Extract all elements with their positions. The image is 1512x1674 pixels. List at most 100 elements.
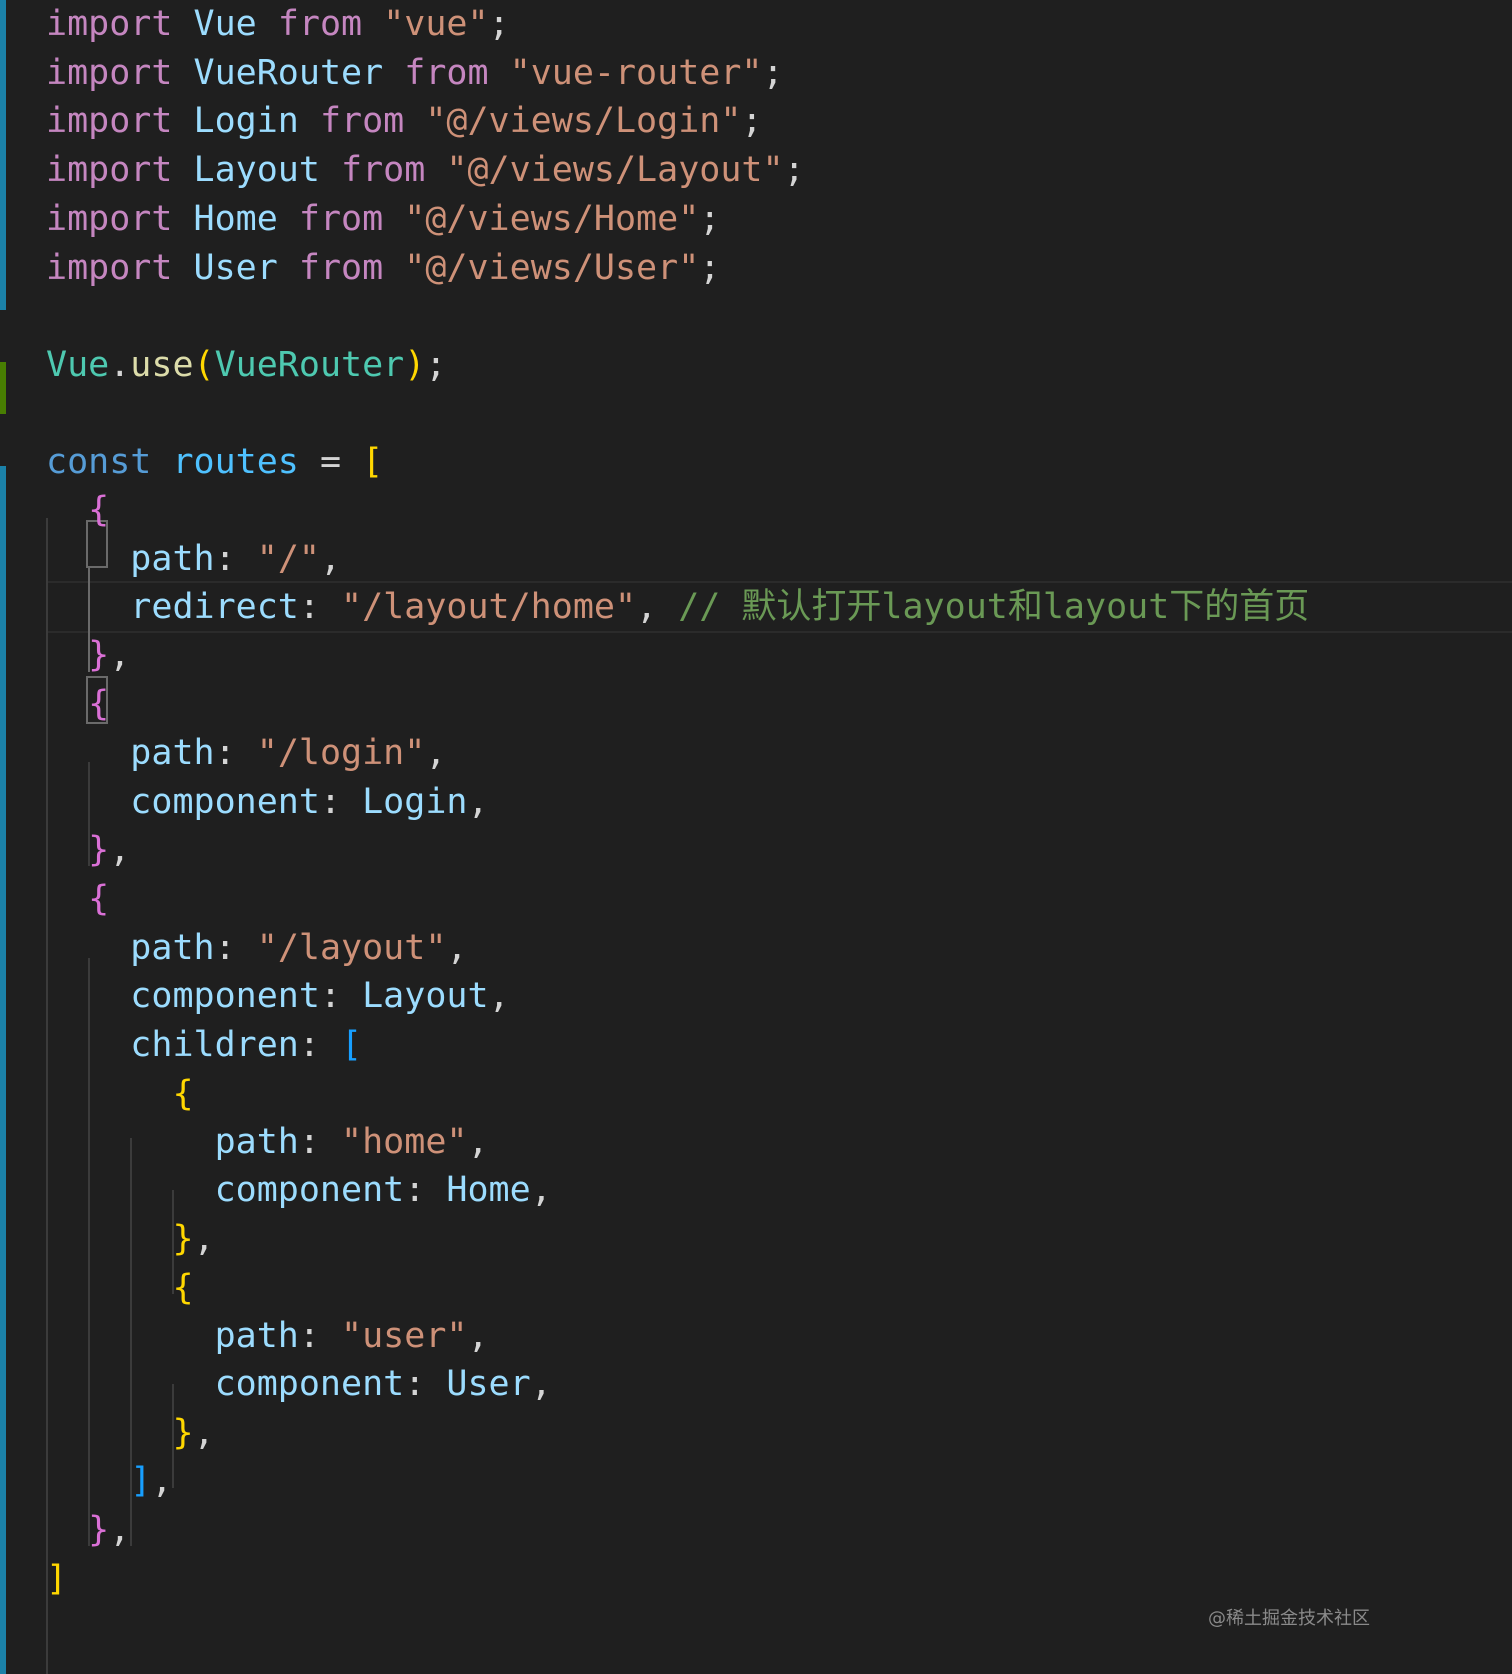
code-token: : xyxy=(319,976,363,1016)
code-token: ; xyxy=(488,4,510,44)
code-editor[interactable]: import Vue from "vue"; import VueRouter f… xyxy=(0,0,1512,1674)
code-token: path xyxy=(214,1122,299,1162)
code-token: } xyxy=(88,1510,110,1550)
code-token: : xyxy=(298,587,342,627)
code-token: } xyxy=(88,635,110,675)
code-token: ( xyxy=(193,345,215,385)
code-token: : xyxy=(404,1364,447,1404)
code-line[interactable]: { xyxy=(46,1262,193,1314)
code-token: ; xyxy=(699,248,721,288)
code-token: "/layout/home" xyxy=(341,587,637,627)
code-line[interactable]: children: [ xyxy=(46,1019,362,1071)
code-token: "@/views/Layout" xyxy=(446,150,784,190)
code-token: [ xyxy=(362,442,384,482)
code-token: Layout xyxy=(193,150,320,190)
code-token: ] xyxy=(46,1559,68,1599)
code-line[interactable]: path: "/", xyxy=(46,533,341,585)
code-token: [ xyxy=(341,1025,363,1065)
code-token: path xyxy=(214,1316,299,1356)
code-token: path xyxy=(130,733,215,773)
code-token: from xyxy=(277,4,363,44)
code-token: path xyxy=(130,539,215,579)
code-line[interactable]: ] xyxy=(46,1553,67,1605)
code-token: , xyxy=(467,782,489,822)
code-line[interactable]: Vue.use(VueRouter); xyxy=(46,339,446,391)
code-token: "/" xyxy=(256,539,320,579)
code-token: from xyxy=(341,150,426,190)
code-token: , xyxy=(446,928,468,968)
code-line[interactable]: path: "home", xyxy=(46,1116,489,1168)
code-token: , xyxy=(151,1461,173,1501)
code-line[interactable]: redirect: "/layout/home", // 默认打开layout和… xyxy=(46,581,1309,633)
code-token: "user" xyxy=(341,1316,468,1356)
code-line[interactable]: { xyxy=(46,1068,193,1120)
code-line[interactable]: import Home from "@/views/Home"; xyxy=(46,193,720,245)
code-line[interactable]: import VueRouter from "vue-router"; xyxy=(46,47,784,99)
code-token: "/layout" xyxy=(256,928,447,968)
code-token: : xyxy=(298,1316,342,1356)
code-line[interactable]: import User from "@/views/User"; xyxy=(46,242,720,294)
code-token: "@/views/Home" xyxy=(404,199,700,239)
code-line[interactable]: component: Layout, xyxy=(46,970,510,1022)
code-token: , xyxy=(109,635,131,675)
code-line[interactable]: component: Home, xyxy=(46,1164,552,1216)
code-line[interactable]: }, xyxy=(46,824,130,876)
code-token: const xyxy=(46,442,152,482)
code-token: = xyxy=(298,442,363,482)
code-token: : xyxy=(319,782,363,822)
code-line[interactable]: path: "user", xyxy=(46,1310,489,1362)
code-line[interactable]: { xyxy=(46,484,109,536)
code-line[interactable]: path: "/login", xyxy=(46,727,446,779)
gutter-modified-bar xyxy=(0,466,6,1674)
code-line[interactable]: }, xyxy=(46,1213,215,1265)
code-token: "home" xyxy=(341,1122,468,1162)
code-token: Home xyxy=(193,199,278,239)
code-token: ; xyxy=(425,345,447,385)
code-line[interactable]: ], xyxy=(46,1455,172,1507)
code-token: component xyxy=(214,1364,405,1404)
code-line[interactable]: { xyxy=(46,873,109,925)
code-token: , xyxy=(425,733,447,773)
code-line[interactable]: }, xyxy=(46,629,130,681)
code-token: Vue xyxy=(46,345,110,385)
code-token: , xyxy=(193,1219,215,1259)
gutter-added-bar xyxy=(0,362,6,414)
code-line[interactable]: path: "/layout", xyxy=(46,922,467,974)
code-line[interactable]: }, xyxy=(46,1407,214,1459)
code-line[interactable]: { xyxy=(46,678,109,730)
code-line[interactable]: import Layout from "@/views/Layout"; xyxy=(46,144,805,196)
code-line[interactable]: component: User, xyxy=(46,1358,552,1410)
code-token: Home xyxy=(446,1170,531,1210)
code-line[interactable]: const routes = [ xyxy=(46,436,383,488)
code-token: User xyxy=(193,248,278,288)
code-line[interactable]: component: Login, xyxy=(46,776,489,828)
code-token: Login xyxy=(362,782,468,822)
code-token: ; xyxy=(699,199,721,239)
code-token: , xyxy=(488,976,510,1016)
code-line[interactable]: import Vue from "vue"; xyxy=(46,0,510,50)
watermark-text: @稀土掘金技术社区 xyxy=(1208,1608,1370,1629)
code-line[interactable]: }, xyxy=(46,1504,130,1556)
code-token: ; xyxy=(783,150,805,190)
code-line[interactable]: import Login from "@/views/Login"; xyxy=(46,95,762,147)
